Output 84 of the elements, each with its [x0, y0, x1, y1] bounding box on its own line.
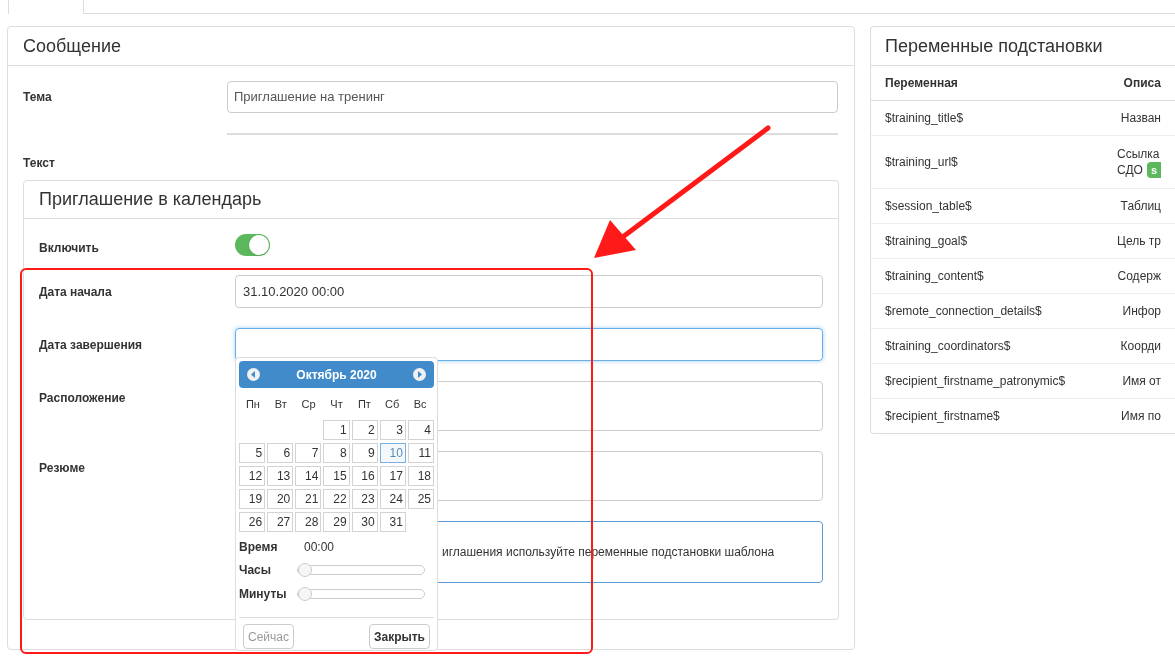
- slider-label: Часы: [239, 562, 273, 579]
- slider-thumb[interactable]: [298, 587, 312, 601]
- previous-month-icon[interactable]: [247, 368, 260, 381]
- calendar-day[interactable]: 19: [239, 489, 266, 509]
- table-cell: Имя по: [1121, 408, 1161, 424]
- weekday-label: Чт: [329, 397, 344, 412]
- calendar-day[interactable]: 13: [267, 466, 294, 486]
- calendar-day[interactable]: 23: [351, 489, 378, 509]
- field-label: Расположение: [39, 390, 127, 407]
- table-cell: Цель тр: [1117, 233, 1161, 249]
- weekday-label: Пн: [244, 397, 261, 412]
- calendar-day[interactable]: 6: [267, 443, 294, 463]
- table-cell-text: $training_url$: [885, 154, 959, 171]
- column-header: Описа: [1123, 75, 1161, 92]
- table-cell-text: $training_title$: [885, 110, 965, 127]
- weekday-label: Ср: [300, 397, 317, 412]
- table-cell: Таблиц: [1120, 198, 1161, 214]
- calendar-day[interactable]: 5: [239, 443, 266, 463]
- calendar-day[interactable]: 3: [379, 420, 406, 440]
- calendar-day[interactable]: 31: [379, 512, 406, 532]
- table-cell: Инфор: [1122, 303, 1161, 319]
- month-title: Октябрь 2020: [296, 366, 377, 384]
- table-cell-text: $remote_connection_details$: [885, 303, 1043, 320]
- field-label: Резюме: [39, 460, 86, 477]
- variable-badge: s: [1146, 162, 1161, 178]
- calendar-day[interactable]: 11: [407, 443, 434, 463]
- calendar-day[interactable]: 30: [351, 512, 378, 532]
- calendar-day[interactable]: 2: [351, 420, 378, 440]
- table-cell: Коорди: [1120, 338, 1161, 354]
- table-cell-text: $training_coordinators$: [885, 338, 1012, 355]
- calendar-day[interactable]: 16: [351, 466, 378, 486]
- calendar-day[interactable]: 12: [239, 466, 266, 486]
- calendar-day[interactable]: 10: [379, 443, 406, 463]
- weekday-label: Вс: [412, 397, 428, 412]
- calendar-day[interactable]: 28: [295, 512, 322, 532]
- weekday-label: Сб: [384, 397, 401, 412]
- calendar-day[interactable]: 20: [267, 489, 294, 509]
- table-cell-text: $recipient_firstname$: [885, 408, 1001, 425]
- calendar-day[interactable]: 25: [407, 489, 434, 509]
- toggle-switch[interactable]: [235, 233, 270, 256]
- calendar-day[interactable]: 14: [295, 466, 322, 486]
- column-header: Переменная: [885, 75, 959, 92]
- slider-thumb[interactable]: [298, 563, 312, 577]
- panel-title: Сообщение: [23, 34, 121, 58]
- weekday-label: Вт: [273, 397, 288, 412]
- table-cell-text: $session_table$: [885, 198, 973, 215]
- field-label: Дата начала: [39, 284, 113, 301]
- calendar-day[interactable]: 18: [407, 466, 434, 486]
- table-cell: Ссылка: [1117, 146, 1160, 162]
- table-cell: Содерж: [1117, 268, 1161, 284]
- calendar-day[interactable]: 15: [323, 466, 350, 486]
- calendar-day[interactable]: 8: [323, 443, 350, 463]
- close-button[interactable]: Закрыть: [368, 624, 430, 649]
- calendar-day[interactable]: 29: [323, 512, 350, 532]
- time-value: 00:00: [304, 539, 335, 556]
- panel-title: Приглашение в календарь: [39, 188, 262, 211]
- calendar-day[interactable]: 17: [379, 466, 406, 486]
- table-cell-text: $training_content$: [885, 268, 985, 285]
- weekday-label: Пт: [356, 397, 372, 412]
- calendar-day[interactable]: 22: [323, 489, 350, 509]
- calendar-day[interactable]: 4: [407, 420, 434, 440]
- calendar-day[interactable]: 9: [351, 443, 378, 463]
- subject-field[interactable]: Приглашение на тренинг: [227, 81, 838, 113]
- text-field[interactable]: 31.10.2020 00:00: [235, 275, 823, 308]
- time-label: Время: [239, 539, 279, 556]
- field-label: Тема: [23, 89, 53, 106]
- calendar-day[interactable]: 26: [239, 512, 266, 532]
- next-month-icon[interactable]: [413, 368, 426, 381]
- table-cell-text: $training_goal$: [885, 233, 969, 250]
- slider-label: Минуты: [239, 586, 288, 603]
- calendar-day[interactable]: 24: [379, 489, 406, 509]
- field-label: Дата завершения: [39, 337, 144, 354]
- table-cell: СДО: [1117, 162, 1143, 178]
- calendar-day[interactable]: 1: [323, 420, 350, 440]
- tab[interactable]: [8, 0, 84, 14]
- field-label: Включить: [39, 240, 100, 257]
- panel-title: Переменные подстановки: [885, 34, 1103, 58]
- calendar-day[interactable]: 21: [295, 489, 322, 509]
- calendar-day[interactable]: 27: [267, 512, 294, 532]
- table-cell: Имя от: [1122, 373, 1161, 389]
- calendar-day[interactable]: 7: [295, 443, 322, 463]
- field-label: Текст: [23, 155, 56, 172]
- table-cell-text: $recipient_firstname_patronymic$: [885, 373, 1067, 390]
- table-cell: Назван: [1120, 110, 1161, 126]
